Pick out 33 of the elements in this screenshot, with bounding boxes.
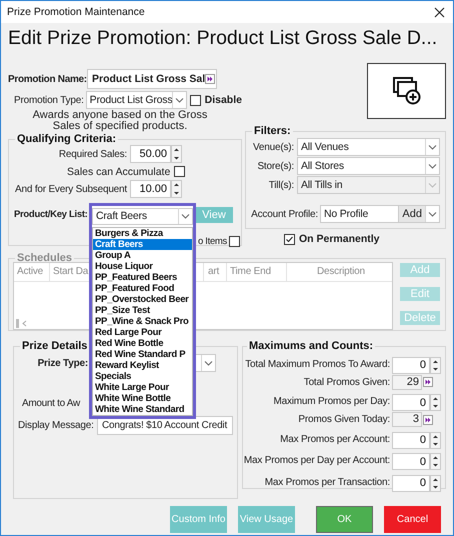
window-title: Prize Promotion Maintenance — [7, 6, 145, 18]
field-label: Max Promos per Transaction: — [264, 476, 390, 488]
field-label: Promotion Name: — [8, 74, 85, 84]
field-label: Promos Given Today: — [298, 414, 390, 425]
group-title: Schedules — [16, 252, 74, 264]
field-label: Prize Type: — [36, 358, 88, 368]
field-label: Store(s): — [256, 160, 294, 172]
description-text: Awards anyone based on the Gross Sales of specified products. — [32, 110, 208, 132]
field-label: Account Profile: — [250, 208, 318, 220]
count-field: 29 — [392, 374, 422, 390]
checkbox-label: On Permanently — [299, 233, 380, 245]
checkbox-label: Sales can Accumulate — [67, 166, 170, 178]
field-label: Amount to Aw — [22, 398, 80, 408]
count-field: 3 — [392, 412, 422, 427]
field-label: Display Message: — [18, 420, 93, 431]
field-label: Product/Key List: — [13, 209, 89, 220]
group-title: Qualifying Criteria: — [16, 133, 118, 145]
field-label: And for Every Subsequent — [14, 184, 127, 194]
field-label: Required Sales: — [58, 148, 127, 160]
checkbox-label: Disable — [204, 94, 242, 106]
dialog-heading: Edit Prize Promotion: Product List Gross Sale D... — [7, 26, 438, 51]
field-label: Total Promos Given: — [304, 376, 390, 388]
field-label: Total Maximum Promos To Award: — [245, 358, 390, 370]
field-label: Max Promos per Day per Account: — [244, 455, 390, 466]
field-label: Maximum Promos per Day: — [273, 396, 390, 408]
field-label: Till(s): — [268, 180, 294, 190]
group-title: Maximums and Counts: — [248, 340, 374, 352]
field-label: Venue(s): — [252, 142, 294, 152]
checkbox-label: o Items — [198, 236, 227, 246]
field-label: Promotion Type: — [13, 94, 84, 106]
group-title: Prize Details — [21, 340, 88, 352]
field-label: Max Promos per Account: — [280, 434, 390, 445]
group-title: Filters: — [253, 125, 292, 137]
